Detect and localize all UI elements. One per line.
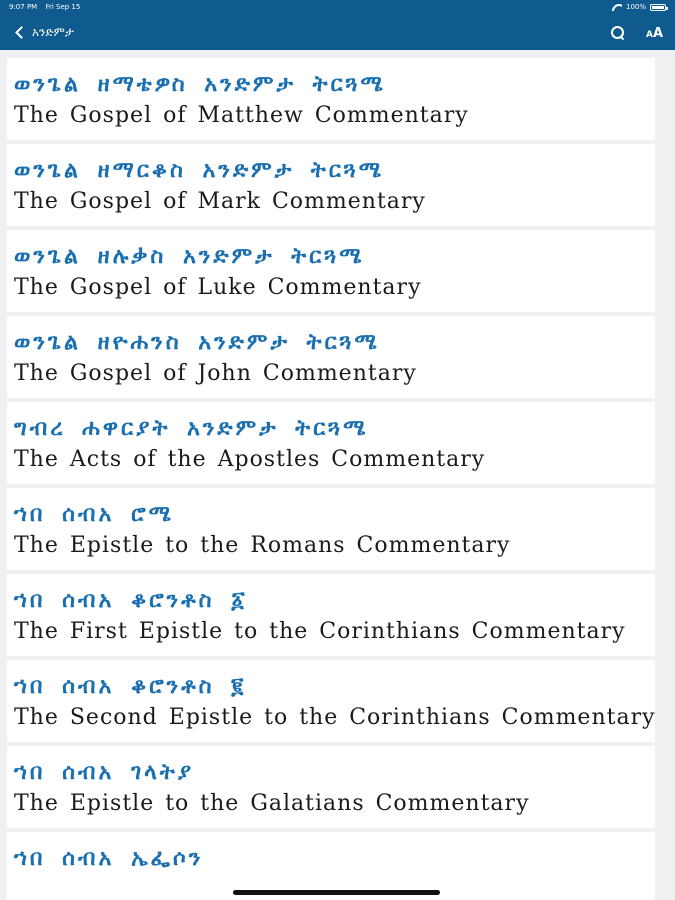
list-item[interactable]: ኀበ ሰብአ ገላትያ The Epistle to the Galatians … — [7, 746, 655, 828]
list-item[interactable]: ኀበ ሰብአ ቆሮንቶስ ፩ The First Epistle to the C… — [7, 574, 655, 656]
geez-title: ኀበ ሰብአ ቆሮንቶስ ፪ — [14, 673, 247, 699]
geez-title: ወንጌል ዘሉቃስ አንድምታ ትርጓሜ — [14, 243, 365, 269]
geez-title: ወንጌል ዘማቴዎስ አንድምታ ትርጓሜ — [14, 71, 386, 97]
english-title: The Acts of the Apostles Commentary — [14, 447, 486, 472]
list-item[interactable]: ግብረ ሐዋርያት አንድምታ ትርጓሜ The Acts of the Apos… — [7, 402, 655, 484]
english-title: The First Epistle to the Corinthians Com… — [14, 619, 626, 644]
geez-title: ኀበ ሰብአ ቆሮንቶስ ፩ — [14, 587, 248, 613]
nav-bar: አንድምታ AA — [0, 14, 675, 50]
nav-actions: AA — [610, 24, 663, 40]
book-list: ወንጌል ዘማቴዎስ አንድምታ ትርጓሜ The Gospel of Matth… — [0, 58, 675, 900]
geez-title: ግብረ ሐዋርያት አንድምታ ትርጓሜ — [14, 415, 369, 441]
list-item[interactable]: ኀበ ሰብአ ቆሮንቶስ ፪ The Second Epistle to the … — [7, 660, 655, 742]
chevron-left-icon — [15, 25, 28, 39]
list-item[interactable]: ወንጌል ዘማርቆስ አንድምታ ትርጓሜ The Gospel of Mark … — [7, 144, 655, 226]
geez-title: ወንጌል ዘዮሐንስ አንድምታ ትርጓሜ — [14, 329, 380, 355]
geez-title: ኀበ ሰብአ ኤፌሶን — [14, 845, 204, 871]
geez-title: ኀበ ሰብአ ገላትያ — [14, 759, 195, 785]
battery-percent: 100% — [625, 3, 646, 11]
list-item[interactable]: ወንጌል ዘዮሐንስ አንድምታ ትርጓሜ The Gospel of John … — [7, 316, 655, 398]
english-title: The Second Epistle to the Corinthians Co… — [14, 705, 656, 730]
status-time: 9:07 PM — [9, 3, 38, 11]
font-size-icon[interactable]: AA — [646, 24, 663, 40]
home-indicator — [233, 890, 440, 895]
geez-title: ኀበ ሰብአ ሮሜ — [14, 501, 174, 527]
geez-title: ወንጌል ዘማርቆስ አንድምታ ትርጓሜ — [14, 157, 385, 183]
english-title: The Gospel of Mark Commentary — [14, 189, 426, 214]
english-title: The Gospel of John Commentary — [14, 361, 417, 386]
search-icon[interactable] — [610, 25, 624, 39]
status-left: 9:07 PM Fri Sep 15 — [9, 3, 86, 11]
wifi-icon — [612, 4, 622, 11]
list-item[interactable]: ኀበ ሰብአ ሮሜ The Epistle to the Romans Comme… — [7, 488, 655, 570]
status-right: 100% — [612, 3, 668, 11]
list-item[interactable]: ወንጌል ዘሉቃስ አንድምታ ትርጓሜ The Gospel of Luke C… — [7, 230, 655, 312]
battery-icon — [650, 3, 668, 11]
english-title: The Gospel of Matthew Commentary — [14, 103, 469, 128]
list-item[interactable]: ወንጌል ዘማቴዎስ አንድምታ ትርጓሜ The Gospel of Matth… — [7, 58, 655, 140]
english-title: The Epistle to the Romans Commentary — [14, 533, 511, 558]
status-bar: 9:07 PM Fri Sep 15 100% — [0, 0, 675, 14]
back-button[interactable]: አንድምታ — [14, 25, 74, 40]
english-title: The Gospel of Luke Commentary — [14, 275, 422, 300]
back-label: አንድምታ — [32, 24, 74, 39]
status-date: Fri Sep 15 — [45, 3, 81, 11]
battery-fill — [652, 5, 664, 9]
english-title: The Epistle to the Galatians Commentary — [14, 791, 530, 816]
